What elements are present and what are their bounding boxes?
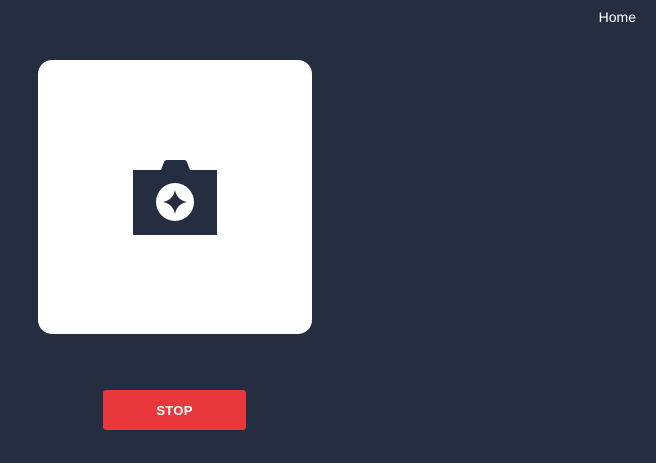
camera-preview: [38, 60, 312, 334]
camera-icon: [133, 160, 217, 235]
stop-button[interactable]: STOP: [103, 390, 246, 430]
home-link[interactable]: Home: [599, 9, 636, 25]
